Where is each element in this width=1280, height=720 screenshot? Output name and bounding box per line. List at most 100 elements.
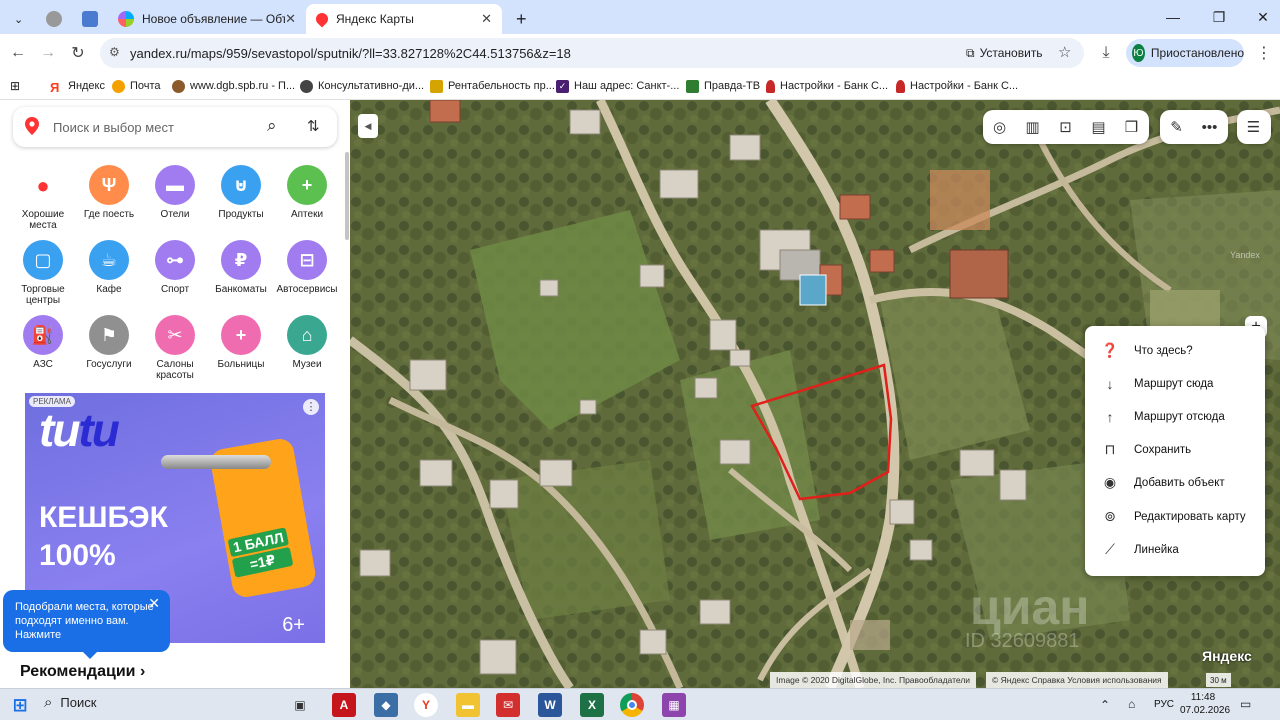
- category-11[interactable]: ⛽ АЗС: [11, 315, 75, 370]
- back-icon[interactable]: ←: [6, 41, 30, 65]
- menu-dots-icon[interactable]: ⋮: [1252, 41, 1276, 65]
- app-icon[interactable]: ▦: [662, 693, 686, 717]
- category-8[interactable]: ⊶ Спорт: [143, 240, 207, 295]
- category-2[interactable]: Ψ Где поесть: [77, 165, 141, 220]
- category-1[interactable]: ● Хорошие места: [11, 165, 75, 231]
- menu-item-ruler[interactable]: ⟋ Линейка: [1085, 533, 1265, 566]
- bookmark-item[interactable]: Рентабельность пр...: [430, 77, 555, 95]
- star-icon[interactable]: ☆: [1058, 43, 1071, 61]
- category-6[interactable]: ▢ Торговые центры: [11, 240, 75, 306]
- install-icon: ⧉: [966, 45, 975, 60]
- menu-item-route-from[interactable]: ↑ Маршрут отсюда: [1085, 400, 1265, 433]
- category-14[interactable]: + Больницы: [209, 315, 273, 370]
- layers-icon[interactable]: ❒: [1115, 110, 1148, 144]
- category-3[interactable]: ▬ Отели: [143, 165, 207, 220]
- chart-icon: [430, 79, 443, 93]
- browser-toolbar: ← → ↻ ⚙ yandex.ru/maps/959/sevastopol/sp…: [0, 34, 1280, 72]
- route-icon[interactable]: ⇅: [307, 117, 320, 135]
- tab-list-button[interactable]: ⌄: [4, 4, 32, 34]
- collapse-panel-button[interactable]: ◀: [358, 114, 378, 138]
- app-icon[interactable]: ✉: [496, 693, 520, 717]
- windows-start-icon[interactable]: ⊞: [8, 693, 32, 717]
- search-input[interactable]: Поиск и выбор мест ⌕ ⇅: [13, 107, 337, 147]
- reload-icon[interactable]: ↻: [66, 41, 90, 65]
- check-icon: ✓: [556, 79, 569, 93]
- yandex-attribution[interactable]: © Яндекс Справка Условия использования: [986, 672, 1168, 688]
- menu-item-add-object[interactable]: ◉ Добавить объект: [1085, 466, 1265, 499]
- category-13[interactable]: ✂ Салоны красоты: [143, 315, 207, 381]
- excel-icon[interactable]: X: [580, 693, 604, 717]
- url-text[interactable]: yandex.ru/maps/959/sevastopol/sputnik/?l…: [130, 46, 571, 61]
- apps-icon[interactable]: ⊞: [10, 77, 20, 95]
- category-12[interactable]: ⚑ Госуслуги: [77, 315, 141, 370]
- search-icon[interactable]: ⌕: [267, 116, 277, 136]
- hamburger-icon[interactable]: ☰: [1237, 110, 1270, 144]
- map-atlas-icon[interactable]: ▥: [1016, 110, 1049, 144]
- pdf-app-icon[interactable]: A: [332, 693, 356, 717]
- yandex-logo: Яндекс: [1202, 648, 1252, 664]
- tab-3[interactable]: Новое объявление — Объявл ✕: [108, 4, 306, 34]
- satellite-map[interactable]: циан ID 32609881 Yandex ◀ ◎ ▥ ⊡ ▤ ❒ ✎ ••…: [350, 100, 1280, 688]
- profile-button[interactable]: Ю Приостановлено: [1126, 39, 1244, 67]
- install-app-button[interactable]: ⧉ Установить: [958, 42, 1051, 64]
- close-icon[interactable]: ✕: [148, 596, 160, 610]
- download-icon[interactable]: ⤓: [1094, 41, 1118, 65]
- tray-chevron-icon[interactable]: ⌃: [1100, 698, 1110, 712]
- category-9[interactable]: ₽ Банкоматы: [209, 240, 273, 295]
- bookmark-label: Почта: [130, 80, 161, 92]
- tab-4[interactable]: Яндекс Карты ✕: [306, 4, 502, 34]
- globe-icon: [300, 79, 313, 93]
- bookmark-item[interactable]: www.dgb.spb.ru - П...: [172, 77, 295, 95]
- site-info-icon[interactable]: ⚙: [109, 45, 120, 59]
- close-icon[interactable]: ✕: [285, 11, 296, 27]
- ad-menu-icon[interactable]: ⋮: [303, 399, 319, 415]
- yandex-browser-icon[interactable]: Y: [414, 693, 438, 717]
- bookmark-item[interactable]: Я Яндекс: [50, 77, 105, 95]
- minimize-icon[interactable]: —: [1150, 0, 1196, 34]
- imagery-attribution[interactable]: Image © 2020 DigitalGlobe, Inc. Правообл…: [770, 672, 977, 688]
- taskbar-search[interactable]: ⌕ Поиск: [44, 694, 96, 711]
- bookmark-item[interactable]: Консультативно-ди...: [300, 77, 424, 95]
- restore-icon[interactable]: ❐: [1196, 0, 1242, 34]
- more-icon[interactable]: •••: [1193, 110, 1226, 144]
- address-bar[interactable]: ⚙ yandex.ru/maps/959/sevastopol/sputnik/…: [100, 38, 1084, 68]
- app-icon[interactable]: ◆: [374, 693, 398, 717]
- word-icon[interactable]: W: [538, 693, 562, 717]
- forward-icon[interactable]: →: [36, 41, 60, 65]
- new-tab-button[interactable]: +: [506, 4, 532, 34]
- network-icon[interactable]: ⌂: [1128, 697, 1135, 711]
- category-10[interactable]: ⊟ Автосервисы: [275, 240, 339, 295]
- menu-item-what-here[interactable]: ❓ Что здесь?: [1085, 334, 1265, 367]
- language-indicator[interactable]: РУС: [1154, 699, 1174, 710]
- file-explorer-icon[interactable]: ▬: [456, 693, 480, 717]
- chrome-icon[interactable]: [620, 693, 644, 717]
- bookmark-item[interactable]: ✓ Наш адрес: Санкт-...: [556, 77, 679, 95]
- menu-button[interactable]: ☰: [1237, 110, 1271, 144]
- bookmark-item[interactable]: Настройки - Банк С...: [896, 77, 1018, 95]
- menu-item-save[interactable]: ⊓ Сохранить: [1085, 433, 1265, 466]
- tab-2[interactable]: [72, 4, 106, 34]
- task-view-icon[interactable]: ▣: [288, 693, 312, 717]
- category-15[interactable]: ⌂ Музеи: [275, 315, 339, 370]
- clock[interactable]: 11:48 07.02.2026: [1180, 691, 1230, 717]
- category-5[interactable]: + Аптеки: [275, 165, 339, 220]
- notifications-icon[interactable]: ▭: [1240, 697, 1251, 711]
- ruler-icon[interactable]: ✎: [1160, 110, 1193, 144]
- close-window-icon[interactable]: ✕: [1240, 0, 1280, 34]
- recommendation-toast[interactable]: Подобрали места, которые подходят именно…: [3, 590, 170, 659]
- tab-1[interactable]: [36, 4, 70, 34]
- category-4[interactable]: ⊍ Продукты: [209, 165, 273, 220]
- menu-item-edit-map[interactable]: ⊚ Редактировать карту: [1085, 500, 1265, 533]
- ad-cashback: КЕШБЭК: [39, 501, 168, 534]
- transport-bus-icon[interactable]: ▤: [1082, 110, 1115, 144]
- map-layer-icon[interactable]: ◎: [983, 110, 1016, 144]
- bookmark-item[interactable]: Правда-ТВ: [686, 77, 760, 95]
- panorama-camera-icon[interactable]: ⊡: [1049, 110, 1082, 144]
- bookmark-item[interactable]: Настройки - Банк С...: [766, 77, 888, 95]
- category-7[interactable]: ☕ Кафе: [77, 240, 141, 295]
- sidebar-scrollbar[interactable]: [345, 152, 349, 240]
- recommendations-link[interactable]: Рекомендации ›: [20, 663, 145, 681]
- menu-item-route-to[interactable]: ↓ Маршрут сюда: [1085, 367, 1265, 400]
- close-icon[interactable]: ✕: [481, 11, 492, 27]
- bookmark-item[interactable]: Почта: [112, 77, 161, 95]
